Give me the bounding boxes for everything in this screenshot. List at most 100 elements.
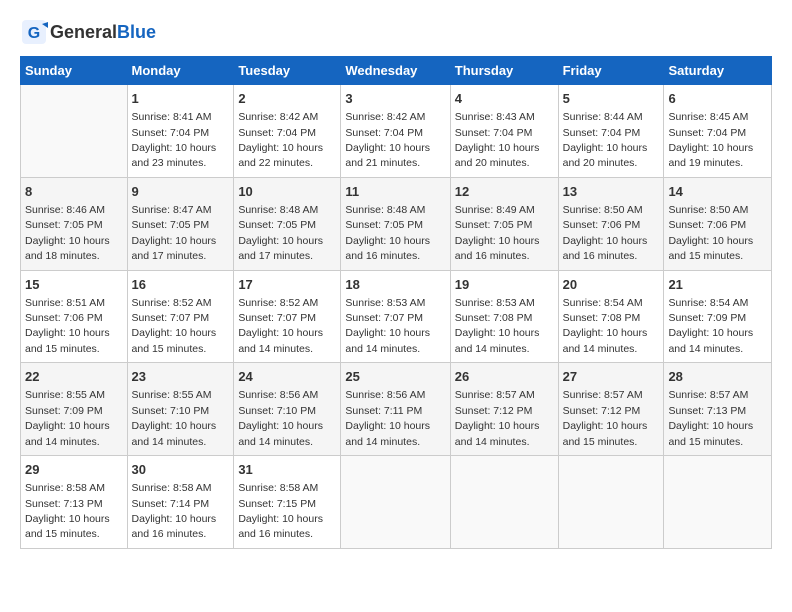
day-info: Sunrise: 8:47 AM Sunset: 7:05 PM Dayligh… — [132, 204, 217, 262]
day-number: 13 — [563, 183, 660, 201]
header-cell-sunday: Sunday — [21, 57, 128, 85]
week-row-1: 1 Sunrise: 8:41 AM Sunset: 7:04 PM Daylig… — [21, 85, 772, 178]
day-info: Sunrise: 8:57 AM Sunset: 7:12 PM Dayligh… — [563, 389, 648, 447]
day-cell: 23 Sunrise: 8:55 AM Sunset: 7:10 PM Dayli… — [127, 363, 234, 456]
day-number: 20 — [563, 276, 660, 294]
day-info: Sunrise: 8:57 AM Sunset: 7:12 PM Dayligh… — [455, 389, 540, 447]
day-info: Sunrise: 8:52 AM Sunset: 7:07 PM Dayligh… — [132, 297, 217, 355]
day-info: Sunrise: 8:56 AM Sunset: 7:11 PM Dayligh… — [345, 389, 430, 447]
day-cell — [21, 85, 128, 178]
day-info: Sunrise: 8:44 AM Sunset: 7:04 PM Dayligh… — [563, 111, 648, 169]
day-info: Sunrise: 8:43 AM Sunset: 7:04 PM Dayligh… — [455, 111, 540, 169]
day-info: Sunrise: 8:58 AM Sunset: 7:15 PM Dayligh… — [238, 482, 323, 540]
day-cell: 28Sunrise: 8:57 AM Sunset: 7:13 PM Dayli… — [664, 363, 772, 456]
day-number: 1 — [132, 90, 230, 108]
day-cell: 10 Sunrise: 8:48 AM Sunset: 7:05 PM Dayli… — [234, 177, 341, 270]
calendar-header: SundayMondayTuesdayWednesdayThursdayFrid… — [21, 57, 772, 85]
day-cell: 12Sunrise: 8:49 AM Sunset: 7:05 PM Dayli… — [450, 177, 558, 270]
day-number: 27 — [563, 368, 660, 386]
day-cell: 2 Sunrise: 8:42 AM Sunset: 7:04 PM Daylig… — [234, 85, 341, 178]
day-number: 15 — [25, 276, 123, 294]
day-info: Sunrise: 8:45 AM Sunset: 7:04 PM Dayligh… — [668, 111, 753, 169]
day-cell: 22 Sunrise: 8:55 AM Sunset: 7:09 PM Dayli… — [21, 363, 128, 456]
day-cell: 4Sunrise: 8:43 AM Sunset: 7:04 PM Daylig… — [450, 85, 558, 178]
day-info: Sunrise: 8:58 AM Sunset: 7:14 PM Dayligh… — [132, 482, 217, 540]
week-row-2: 8 Sunrise: 8:46 AM Sunset: 7:05 PM Daylig… — [21, 177, 772, 270]
day-cell: 21 Sunrise: 8:54 AM Sunset: 7:09 PM Dayli… — [664, 270, 772, 363]
calendar-table: SundayMondayTuesdayWednesdayThursdayFrid… — [20, 56, 772, 549]
day-info: Sunrise: 8:53 AM Sunset: 7:07 PM Dayligh… — [345, 297, 430, 355]
day-cell — [450, 456, 558, 549]
header-cell-monday: Monday — [127, 57, 234, 85]
day-cell: 17Sunrise: 8:52 AM Sunset: 7:07 PM Dayli… — [234, 270, 341, 363]
day-cell: 3 Sunrise: 8:42 AM Sunset: 7:04 PM Daylig… — [341, 85, 450, 178]
day-cell: 1 Sunrise: 8:41 AM Sunset: 7:04 PM Daylig… — [127, 85, 234, 178]
day-cell: 24 Sunrise: 8:56 AM Sunset: 7:10 PM Dayli… — [234, 363, 341, 456]
day-cell: 25Sunrise: 8:56 AM Sunset: 7:11 PM Dayli… — [341, 363, 450, 456]
day-number: 12 — [455, 183, 554, 201]
day-cell: 30 Sunrise: 8:58 AM Sunset: 7:14 PM Dayli… — [127, 456, 234, 549]
calendar-body: 1 Sunrise: 8:41 AM Sunset: 7:04 PM Daylig… — [21, 85, 772, 549]
day-info: Sunrise: 8:48 AM Sunset: 7:05 PM Dayligh… — [238, 204, 323, 262]
day-cell: 8 Sunrise: 8:46 AM Sunset: 7:05 PM Daylig… — [21, 177, 128, 270]
day-info: Sunrise: 8:42 AM Sunset: 7:04 PM Dayligh… — [238, 111, 323, 169]
day-number: 19 — [455, 276, 554, 294]
logo-blue: Blue — [117, 22, 156, 43]
header-cell-saturday: Saturday — [664, 57, 772, 85]
day-info: Sunrise: 8:55 AM Sunset: 7:09 PM Dayligh… — [25, 389, 110, 447]
day-info: Sunrise: 8:46 AM Sunset: 7:05 PM Dayligh… — [25, 204, 110, 262]
day-cell: 18 Sunrise: 8:53 AM Sunset: 7:07 PM Dayli… — [341, 270, 450, 363]
day-info: Sunrise: 8:54 AM Sunset: 7:09 PM Dayligh… — [668, 297, 753, 355]
day-cell: 13 Sunrise: 8:50 AM Sunset: 7:06 PM Dayli… — [558, 177, 664, 270]
header-cell-tuesday: Tuesday — [234, 57, 341, 85]
day-cell: 14Sunrise: 8:50 AM Sunset: 7:06 PM Dayli… — [664, 177, 772, 270]
day-number: 28 — [668, 368, 767, 386]
day-cell — [664, 456, 772, 549]
day-number: 21 — [668, 276, 767, 294]
day-number: 5 — [563, 90, 660, 108]
day-number: 24 — [238, 368, 336, 386]
header-cell-friday: Friday — [558, 57, 664, 85]
day-cell: 26 Sunrise: 8:57 AM Sunset: 7:12 PM Dayli… — [450, 363, 558, 456]
day-info: Sunrise: 8:50 AM Sunset: 7:06 PM Dayligh… — [668, 204, 753, 262]
header-cell-wednesday: Wednesday — [341, 57, 450, 85]
header-row: SundayMondayTuesdayWednesdayThursdayFrid… — [21, 57, 772, 85]
day-number: 2 — [238, 90, 336, 108]
day-number: 16 — [132, 276, 230, 294]
day-info: Sunrise: 8:42 AM Sunset: 7:04 PM Dayligh… — [345, 111, 430, 169]
day-number: 9 — [132, 183, 230, 201]
day-info: Sunrise: 8:58 AM Sunset: 7:13 PM Dayligh… — [25, 482, 110, 540]
day-cell: 11 Sunrise: 8:48 AM Sunset: 7:05 PM Dayli… — [341, 177, 450, 270]
day-number: 23 — [132, 368, 230, 386]
day-cell: 19Sunrise: 8:53 AM Sunset: 7:08 PM Dayli… — [450, 270, 558, 363]
header-cell-thursday: Thursday — [450, 57, 558, 85]
day-info: Sunrise: 8:55 AM Sunset: 7:10 PM Dayligh… — [132, 389, 217, 447]
day-cell: 20 Sunrise: 8:54 AM Sunset: 7:08 PM Dayli… — [558, 270, 664, 363]
logo-general: General — [50, 22, 117, 43]
day-info: Sunrise: 8:51 AM Sunset: 7:06 PM Dayligh… — [25, 297, 110, 355]
day-number: 6 — [668, 90, 767, 108]
day-number: 31 — [238, 461, 336, 479]
day-number: 3 — [345, 90, 445, 108]
day-cell: 9 Sunrise: 8:47 AM Sunset: 7:05 PM Daylig… — [127, 177, 234, 270]
day-number: 10 — [238, 183, 336, 201]
day-info: Sunrise: 8:56 AM Sunset: 7:10 PM Dayligh… — [238, 389, 323, 447]
svg-text:G: G — [28, 25, 40, 42]
day-number: 22 — [25, 368, 123, 386]
week-row-3: 15 Sunrise: 8:51 AM Sunset: 7:06 PM Dayli… — [21, 270, 772, 363]
day-info: Sunrise: 8:50 AM Sunset: 7:06 PM Dayligh… — [563, 204, 648, 262]
day-number: 26 — [455, 368, 554, 386]
day-number: 30 — [132, 461, 230, 479]
day-number: 11 — [345, 183, 445, 201]
day-cell: 16 Sunrise: 8:52 AM Sunset: 7:07 PM Dayli… — [127, 270, 234, 363]
day-number: 8 — [25, 183, 123, 201]
day-info: Sunrise: 8:41 AM Sunset: 7:04 PM Dayligh… — [132, 111, 217, 169]
week-row-4: 22 Sunrise: 8:55 AM Sunset: 7:09 PM Dayli… — [21, 363, 772, 456]
header: G General Blue — [20, 18, 772, 46]
day-cell: 27 Sunrise: 8:57 AM Sunset: 7:12 PM Dayli… — [558, 363, 664, 456]
day-info: Sunrise: 8:52 AM Sunset: 7:07 PM Dayligh… — [238, 297, 323, 355]
day-info: Sunrise: 8:48 AM Sunset: 7:05 PM Dayligh… — [345, 204, 430, 262]
day-number: 18 — [345, 276, 445, 294]
day-cell: 29Sunrise: 8:58 AM Sunset: 7:13 PM Dayli… — [21, 456, 128, 549]
day-info: Sunrise: 8:54 AM Sunset: 7:08 PM Dayligh… — [563, 297, 648, 355]
